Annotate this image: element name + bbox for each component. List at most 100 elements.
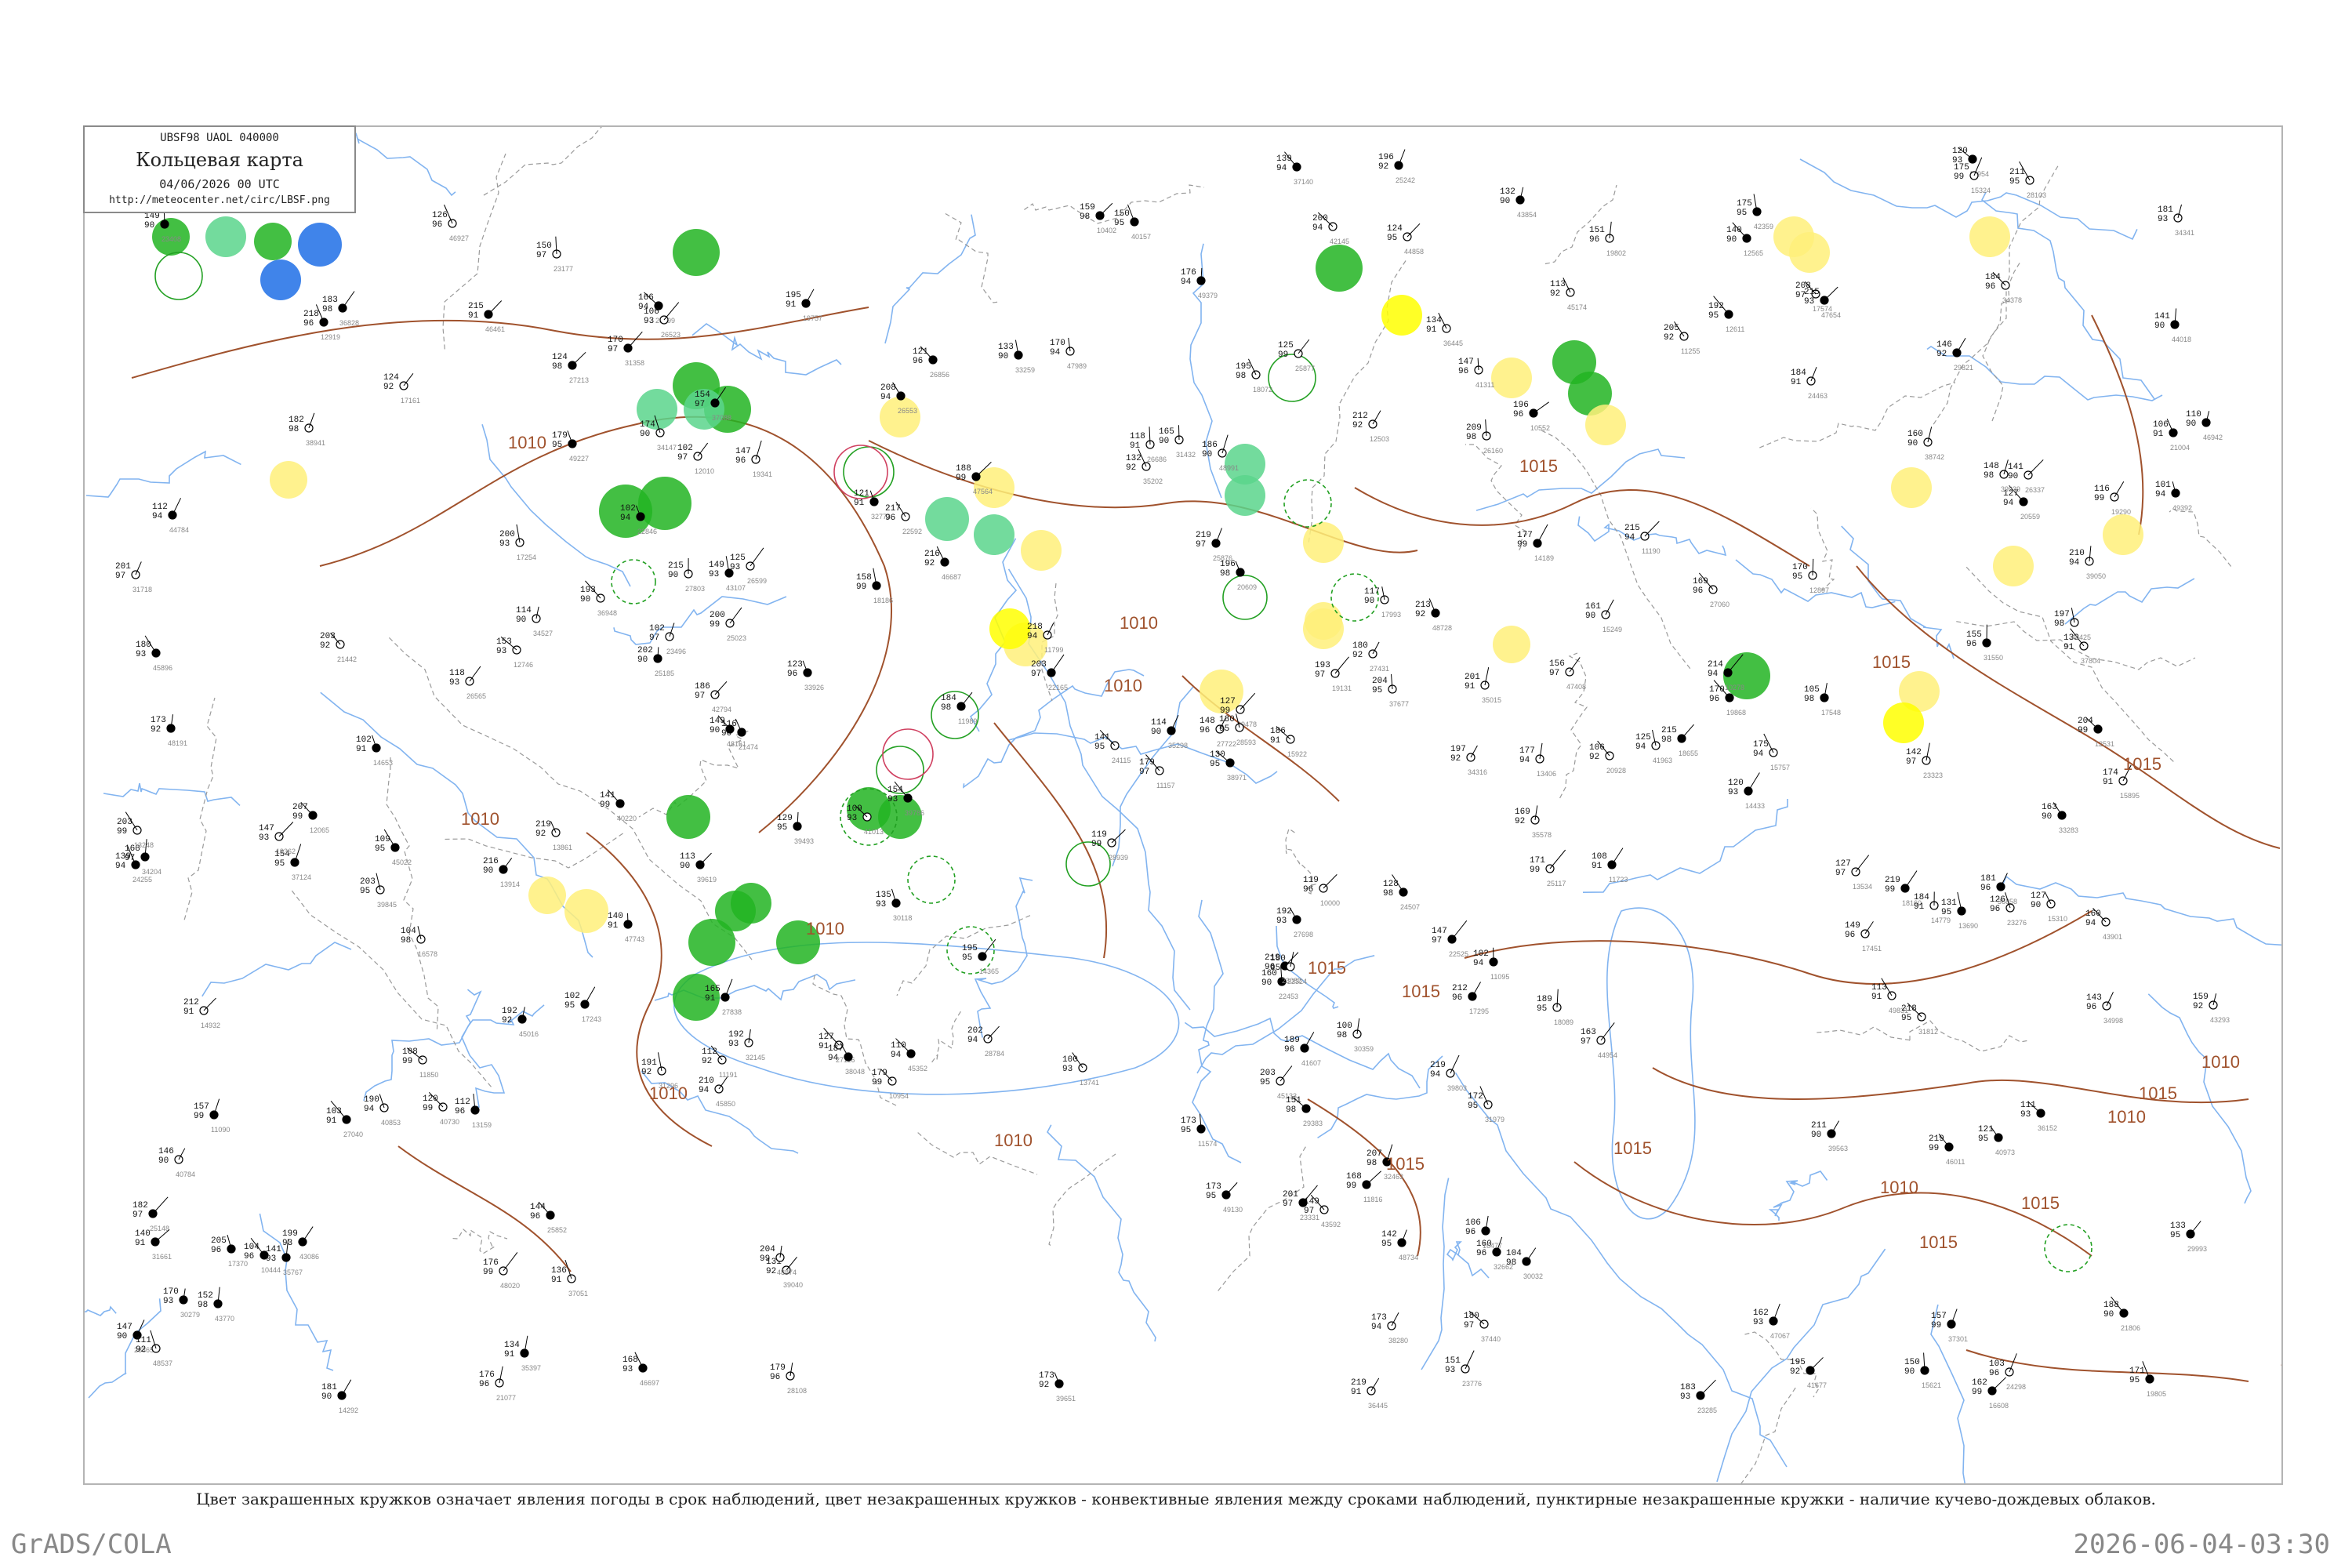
station-value: 90	[1726, 235, 1737, 245]
station-pressure: 207	[1367, 1149, 1382, 1159]
station-model: 15899 18186	[856, 568, 893, 604]
map-canvas: 2149410278133913780410891117232009317254…	[85, 127, 2281, 1483]
station-model: 14793 19362	[259, 822, 296, 855]
station-pressure: 210	[2069, 549, 2085, 558]
isobar-label: 1010	[2107, 1107, 2146, 1127]
station-value: 96	[303, 319, 314, 328]
station-value: 99	[2078, 726, 2088, 735]
station-index: 40220	[617, 815, 637, 822]
station-model: 19293 32145	[728, 1029, 765, 1062]
station-pressure: 216	[924, 550, 940, 559]
station-index: 13741	[1080, 1079, 1099, 1087]
station-pressure: 192	[1708, 302, 1724, 311]
station-model: 16590 31432	[1159, 425, 1196, 459]
station-pressure: 188	[2103, 1301, 2119, 1310]
station-pressure: 179	[872, 1069, 887, 1078]
country-border	[1956, 621, 2196, 670]
station-pressure: 133	[998, 343, 1014, 352]
station-index: 43592	[1321, 1221, 1341, 1229]
station-index: 10444	[261, 1266, 281, 1274]
station-value: 98	[1506, 1258, 1516, 1268]
station-index: 48020	[500, 1282, 520, 1290]
station-pressure: 102	[677, 444, 693, 453]
station-index: 39493	[794, 837, 814, 845]
cb-dashed-circle	[611, 559, 656, 604]
station-model: 20592 11255	[1664, 321, 1700, 355]
station-pressure: 170	[1792, 563, 1808, 572]
wind-barb	[1334, 656, 1349, 674]
station-model: 10391 27040	[326, 1101, 363, 1138]
station-value: 92	[1378, 162, 1388, 172]
station-pressure: 201	[1283, 1190, 1298, 1200]
station-pressure: 186	[1270, 727, 1286, 736]
station-pressure: 181	[2158, 205, 2173, 215]
station-value: 95	[552, 441, 562, 450]
station-model: 20197 31718	[115, 561, 152, 593]
wind-barb	[2114, 481, 2125, 498]
station-value: 91	[135, 1239, 146, 1248]
station-model: 15095 40157	[1114, 204, 1151, 241]
fog_haze-circle	[270, 461, 307, 499]
station-index: 14653	[373, 759, 393, 767]
station-pressure: 141	[1094, 733, 1110, 742]
station-value: 96	[1465, 1228, 1475, 1237]
station-index: 43086	[299, 1253, 319, 1261]
river	[1926, 346, 2163, 401]
station-value: 93	[709, 570, 719, 579]
station-pressure: 102	[1473, 949, 1489, 959]
station-value: 97	[649, 633, 659, 643]
station-value: 99	[856, 583, 866, 592]
station-value: 92	[1450, 754, 1461, 764]
station-index: 34378	[2002, 296, 2022, 304]
station-index: 12611	[1726, 325, 1744, 333]
station-index: 11190	[1642, 547, 1661, 555]
station-model: 11192 48537	[136, 1330, 172, 1367]
station-pressure: 112	[702, 1047, 717, 1057]
wind-barb	[2027, 459, 2044, 476]
station-pressure: 212	[183, 998, 199, 1007]
station-value: 94	[1635, 742, 1646, 752]
station-index: 48728	[1432, 624, 1452, 632]
station-value: 99	[1954, 172, 1964, 182]
station-model: 14396 34998	[2086, 992, 2123, 1025]
station-model: 21594 11190	[1624, 521, 1661, 555]
station-pressure: 108	[402, 1047, 418, 1057]
station-pressure: 181	[321, 1383, 337, 1392]
station-model: 21296 17295	[1452, 982, 1489, 1015]
station-pressure: 100	[1337, 1022, 1352, 1031]
station-pressure: 189	[1284, 1036, 1300, 1045]
station-index: 15895	[2120, 792, 2140, 800]
station-pressure: 156	[1549, 659, 1565, 669]
station-value: 93	[499, 539, 510, 549]
station-index: 17993	[1381, 611, 1401, 619]
station-model: 18097 37440	[1464, 1310, 1501, 1343]
station-value: 93	[644, 317, 654, 326]
station-index: 44784	[169, 526, 189, 534]
thunder-open-circle	[882, 728, 934, 780]
station-value: 90	[516, 615, 526, 625]
station-model: 20392 21442	[320, 632, 357, 663]
station-pressure: 177	[1517, 531, 1533, 540]
station-index: 35767	[283, 1269, 303, 1276]
station-pressure: 173	[151, 716, 166, 725]
station-index: 13534	[1853, 883, 1872, 891]
station-model: 16996 27060	[1693, 572, 1730, 608]
station-pressure: 179	[770, 1363, 786, 1373]
station-value: 97	[695, 400, 705, 409]
station-model: 11490 34527	[516, 606, 553, 637]
river	[1930, 1304, 1965, 1483]
station-pressure: 182	[132, 1201, 148, 1210]
station-value: 92	[1352, 651, 1363, 660]
station-model: 21094 45850	[699, 1076, 735, 1108]
station-value: 90	[1500, 197, 1510, 206]
station-index: 27698	[1294, 931, 1313, 938]
station-index: 39939	[2001, 485, 2020, 493]
station-index: 34204	[142, 868, 162, 876]
station-value: 99	[1278, 350, 1288, 360]
station-index: 15324	[1971, 187, 1991, 194]
isobar	[131, 307, 869, 379]
station-value: 96	[244, 1252, 254, 1261]
station-pressure: 154	[695, 390, 710, 400]
station-value: 96	[735, 456, 746, 466]
station-pressure: 106	[2153, 420, 2169, 430]
